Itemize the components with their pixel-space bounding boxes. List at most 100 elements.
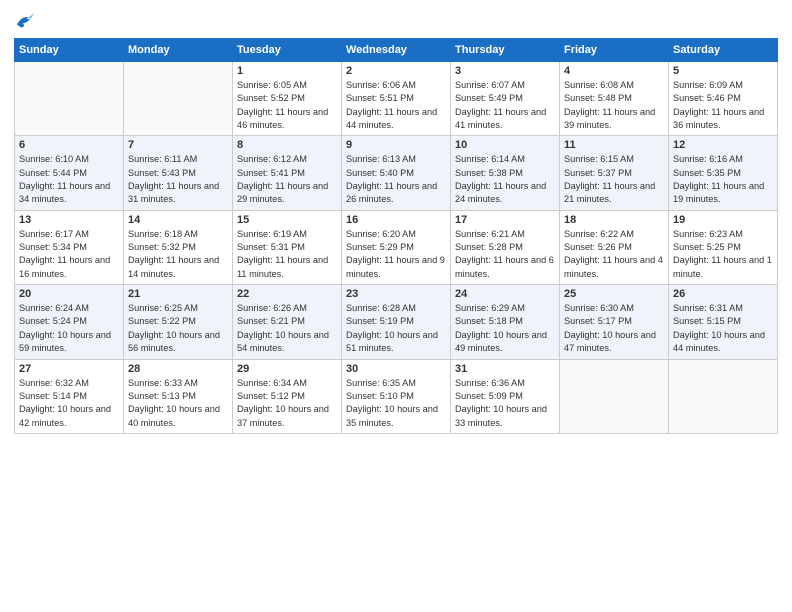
calendar-cell: 10Sunrise: 6:14 AM Sunset: 5:38 PM Dayli… (451, 136, 560, 210)
calendar-cell: 21Sunrise: 6:25 AM Sunset: 5:22 PM Dayli… (124, 285, 233, 359)
day-info: Sunrise: 6:36 AM Sunset: 5:09 PM Dayligh… (455, 377, 555, 430)
day-number: 9 (346, 139, 446, 151)
day-number: 16 (346, 214, 446, 226)
day-info: Sunrise: 6:21 AM Sunset: 5:28 PM Dayligh… (455, 228, 555, 281)
day-number: 23 (346, 288, 446, 300)
day-number: 4 (564, 65, 664, 77)
calendar-cell: 27Sunrise: 6:32 AM Sunset: 5:14 PM Dayli… (15, 359, 124, 433)
day-number: 15 (237, 214, 337, 226)
day-number: 8 (237, 139, 337, 151)
calendar-cell: 14 Sunrise: 6:18 AM Sunset: 5:32 PM Dayli… (124, 210, 233, 284)
day-info: Sunrise: 6:06 AM Sunset: 5:51 PM Dayligh… (346, 79, 446, 132)
calendar-cell: 1 Sunrise: 6:05 AM Sunset: 5:52 PM Daylig… (233, 62, 342, 136)
calendar-cell: 3 Sunrise: 6:07 AM Sunset: 5:49 PM Daylig… (451, 62, 560, 136)
day-number: 25 (564, 288, 664, 300)
day-number: 24 (455, 288, 555, 300)
day-number: 13 (19, 214, 119, 226)
day-of-week-header: Tuesday (233, 39, 342, 62)
calendar-cell: 8 Sunrise: 6:12 AM Sunset: 5:41 PM Daylig… (233, 136, 342, 210)
day-info: Sunrise: 6:09 AM Sunset: 5:46 PM Dayligh… (673, 79, 773, 132)
day-number: 27 (19, 363, 119, 375)
calendar-cell (15, 62, 124, 136)
calendar-cell: 9Sunrise: 6:13 AM Sunset: 5:40 PM Daylig… (342, 136, 451, 210)
day-number: 26 (673, 288, 773, 300)
day-info: Sunrise: 6:18 AM Sunset: 5:32 PM Dayligh… (128, 228, 228, 281)
day-info: Sunrise: 6:30 AM Sunset: 5:17 PM Dayligh… (564, 302, 664, 355)
calendar-cell (669, 359, 778, 433)
day-number: 12 (673, 139, 773, 151)
day-info: Sunrise: 6:20 AM Sunset: 5:29 PM Dayligh… (346, 228, 446, 281)
calendar-cell: 11 Sunrise: 6:15 AM Sunset: 5:37 PM Dayli… (560, 136, 669, 210)
day-info: Sunrise: 6:07 AM Sunset: 5:49 PM Dayligh… (455, 79, 555, 132)
calendar-week-row: 27Sunrise: 6:32 AM Sunset: 5:14 PM Dayli… (15, 359, 778, 433)
day-info: Sunrise: 6:28 AM Sunset: 5:19 PM Dayligh… (346, 302, 446, 355)
day-number: 30 (346, 363, 446, 375)
day-info: Sunrise: 6:29 AM Sunset: 5:18 PM Dayligh… (455, 302, 555, 355)
day-info: Sunrise: 6:23 AM Sunset: 5:25 PM Dayligh… (673, 228, 773, 281)
calendar-cell: 4 Sunrise: 6:08 AM Sunset: 5:48 PM Daylig… (560, 62, 669, 136)
calendar-cell: 24 Sunrise: 6:29 AM Sunset: 5:18 PM Dayli… (451, 285, 560, 359)
calendar-cell: 17 Sunrise: 6:21 AM Sunset: 5:28 PM Dayli… (451, 210, 560, 284)
page: SundayMondayTuesdayWednesdayThursdayFrid… (0, 0, 792, 612)
calendar-cell: 25 Sunrise: 6:30 AM Sunset: 5:17 PM Dayli… (560, 285, 669, 359)
calendar-cell: 7Sunrise: 6:11 AM Sunset: 5:43 PM Daylig… (124, 136, 233, 210)
day-info: Sunrise: 6:22 AM Sunset: 5:26 PM Dayligh… (564, 228, 664, 281)
day-info: Sunrise: 6:26 AM Sunset: 5:21 PM Dayligh… (237, 302, 337, 355)
calendar-cell: 29 Sunrise: 6:34 AM Sunset: 5:12 PM Dayli… (233, 359, 342, 433)
day-of-week-header: Monday (124, 39, 233, 62)
calendar-cell (560, 359, 669, 433)
calendar-cell: 30Sunrise: 6:35 AM Sunset: 5:10 PM Dayli… (342, 359, 451, 433)
logo-bird-icon (14, 10, 36, 32)
calendar-cell (124, 62, 233, 136)
day-info: Sunrise: 6:19 AM Sunset: 5:31 PM Dayligh… (237, 228, 337, 281)
day-number: 29 (237, 363, 337, 375)
calendar-cell: 5 Sunrise: 6:09 AM Sunset: 5:46 PM Daylig… (669, 62, 778, 136)
day-info: Sunrise: 6:05 AM Sunset: 5:52 PM Dayligh… (237, 79, 337, 132)
calendar-cell: 16 Sunrise: 6:20 AM Sunset: 5:29 PM Dayli… (342, 210, 451, 284)
calendar-cell: 6 Sunrise: 6:10 AM Sunset: 5:44 PM Daylig… (15, 136, 124, 210)
day-number: 31 (455, 363, 555, 375)
day-number: 11 (564, 139, 664, 151)
calendar-cell: 31 Sunrise: 6:36 AM Sunset: 5:09 PM Dayli… (451, 359, 560, 433)
day-number: 3 (455, 65, 555, 77)
header (14, 10, 778, 32)
calendar-week-row: 1 Sunrise: 6:05 AM Sunset: 5:52 PM Daylig… (15, 62, 778, 136)
day-number: 5 (673, 65, 773, 77)
calendar-cell: 26 Sunrise: 6:31 AM Sunset: 5:15 PM Dayli… (669, 285, 778, 359)
day-number: 22 (237, 288, 337, 300)
day-number: 6 (19, 139, 119, 151)
calendar-cell: 12Sunrise: 6:16 AM Sunset: 5:35 PM Dayli… (669, 136, 778, 210)
calendar-week-row: 20 Sunrise: 6:24 AM Sunset: 5:24 PM Dayli… (15, 285, 778, 359)
day-of-week-header: Sunday (15, 39, 124, 62)
logo (14, 10, 40, 32)
day-info: Sunrise: 6:17 AM Sunset: 5:34 PM Dayligh… (19, 228, 119, 281)
day-number: 1 (237, 65, 337, 77)
day-info: Sunrise: 6:24 AM Sunset: 5:24 PM Dayligh… (19, 302, 119, 355)
day-number: 10 (455, 139, 555, 151)
day-number: 14 (128, 214, 228, 226)
day-of-week-header: Friday (560, 39, 669, 62)
calendar-cell: 19 Sunrise: 6:23 AM Sunset: 5:25 PM Dayli… (669, 210, 778, 284)
day-info: Sunrise: 6:08 AM Sunset: 5:48 PM Dayligh… (564, 79, 664, 132)
calendar-header-row: SundayMondayTuesdayWednesdayThursdayFrid… (15, 39, 778, 62)
day-number: 20 (19, 288, 119, 300)
day-of-week-header: Saturday (669, 39, 778, 62)
calendar-week-row: 6 Sunrise: 6:10 AM Sunset: 5:44 PM Daylig… (15, 136, 778, 210)
day-info: Sunrise: 6:12 AM Sunset: 5:41 PM Dayligh… (237, 153, 337, 206)
day-info: Sunrise: 6:31 AM Sunset: 5:15 PM Dayligh… (673, 302, 773, 355)
day-info: Sunrise: 6:15 AM Sunset: 5:37 PM Dayligh… (564, 153, 664, 206)
day-number: 2 (346, 65, 446, 77)
calendar-week-row: 13 Sunrise: 6:17 AM Sunset: 5:34 PM Dayli… (15, 210, 778, 284)
day-number: 18 (564, 214, 664, 226)
day-info: Sunrise: 6:33 AM Sunset: 5:13 PM Dayligh… (128, 377, 228, 430)
day-number: 19 (673, 214, 773, 226)
day-info: Sunrise: 6:34 AM Sunset: 5:12 PM Dayligh… (237, 377, 337, 430)
day-info: Sunrise: 6:10 AM Sunset: 5:44 PM Dayligh… (19, 153, 119, 206)
calendar-cell: 15 Sunrise: 6:19 AM Sunset: 5:31 PM Dayli… (233, 210, 342, 284)
day-number: 17 (455, 214, 555, 226)
calendar-cell: 18 Sunrise: 6:22 AM Sunset: 5:26 PM Dayli… (560, 210, 669, 284)
calendar-cell: 23 Sunrise: 6:28 AM Sunset: 5:19 PM Dayli… (342, 285, 451, 359)
day-number: 21 (128, 288, 228, 300)
calendar-cell: 2 Sunrise: 6:06 AM Sunset: 5:51 PM Daylig… (342, 62, 451, 136)
calendar-cell: 28Sunrise: 6:33 AM Sunset: 5:13 PM Dayli… (124, 359, 233, 433)
